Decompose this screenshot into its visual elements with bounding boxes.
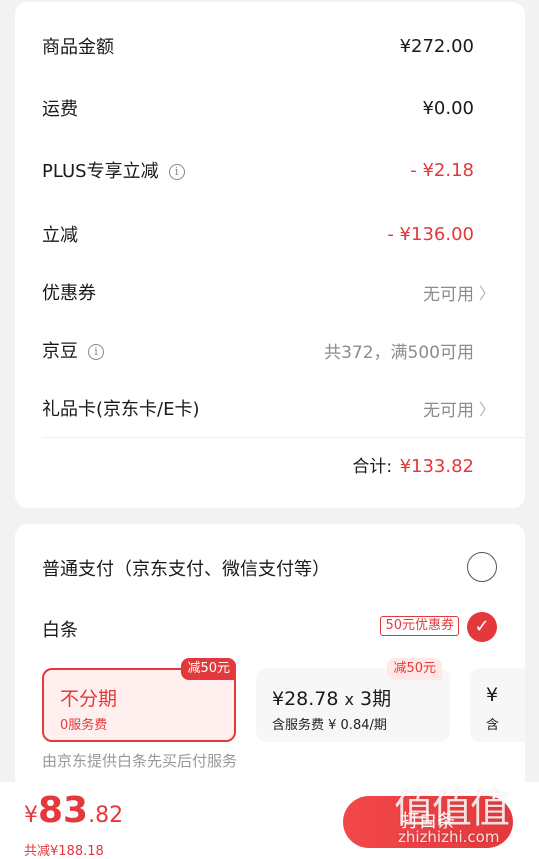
coupon-value: 无可用 xyxy=(423,284,474,305)
baitiao-label: 白条 xyxy=(42,620,78,641)
goods-amount-value: ¥272.00 xyxy=(399,35,474,57)
baitiao-check-icon[interactable]: ✓ xyxy=(467,612,497,642)
gift-card-value: 无可用 xyxy=(423,400,474,421)
baitiao-note: 由京东提供白条先买后付服务 xyxy=(42,752,238,770)
pay-with-baitiao-button[interactable]: 打白条 xyxy=(343,796,513,848)
plan-title-prefix: ¥28.78 xyxy=(272,688,339,710)
jingdou-value: 共372，满500可用 xyxy=(324,342,474,363)
plan-discount-badge: 减50元 xyxy=(181,658,236,680)
jingdou-label: 京豆 xyxy=(42,341,78,362)
plan-sub: 含服务费 ¥ 0.84/期 xyxy=(272,718,387,733)
divider xyxy=(42,437,525,438)
plan-no-installment[interactable]: 减50元 不分期 0服务费 xyxy=(42,658,236,742)
goods-amount-row: 商品金额 ¥272.00 xyxy=(15,26,525,66)
plan-title: 不分期 xyxy=(60,688,118,710)
total-label: 合计: xyxy=(352,457,393,477)
shipping-value: ¥0.00 xyxy=(422,97,474,119)
bottom-bar: ¥83.82 共减¥188.18 打白条 xyxy=(0,782,539,859)
gift-card-row[interactable]: 礼品卡(京东卡/E卡) 无可用 〉 xyxy=(15,388,525,428)
instant-discount-row: 立减 - ¥136.00 xyxy=(15,214,525,254)
price-int: 83 xyxy=(38,790,89,831)
plan-sub: 0服务费 xyxy=(60,718,108,733)
chevron-right-icon: 〉 xyxy=(478,284,495,303)
total-value: ¥133.82 xyxy=(399,456,474,477)
plan-title-x: x xyxy=(344,690,354,709)
instant-discount-value: - ¥136.00 xyxy=(387,223,474,245)
price-dec: .82 xyxy=(88,803,124,828)
jingdou-label-wrap: 京豆 i xyxy=(42,337,104,363)
plan-title: ¥ xyxy=(486,684,499,706)
shipping-label: 运费 xyxy=(42,99,78,120)
final-price: ¥83.82 xyxy=(24,790,123,831)
payment-method-card: 普通支付（京东支付、微信支付等） 白条 50元优惠券 ✓ 减50元 不分期 0服… xyxy=(15,524,525,794)
plus-discount-label: PLUS专享立减 xyxy=(42,161,159,182)
gift-card-label: 礼品卡(京东卡/E卡) xyxy=(42,399,200,420)
shipping-row: 运费 ¥0.00 xyxy=(15,88,525,128)
goods-amount-label: 商品金额 xyxy=(42,37,114,58)
normal-pay-label: 普通支付（京东支付、微信支付等） xyxy=(42,559,330,580)
plus-discount-row: PLUS专享立减 i - ¥2.18 xyxy=(15,150,525,190)
plan-sub: 含 xyxy=(486,718,500,733)
plus-discount-value: - ¥2.18 xyxy=(410,159,474,181)
chevron-right-icon: 〉 xyxy=(478,400,495,419)
coupon-tag: 50元优惠券 xyxy=(380,616,459,636)
plan-title: ¥28.78 x 3期 xyxy=(272,684,391,711)
coupon-row[interactable]: 优惠券 无可用 〉 xyxy=(15,272,525,312)
price-yen: ¥ xyxy=(24,803,38,828)
normal-pay-radio[interactable] xyxy=(467,552,497,582)
plus-discount-label-wrap: PLUS专享立减 i xyxy=(42,157,185,183)
instant-discount-label: 立减 xyxy=(42,225,78,246)
info-icon[interactable]: i xyxy=(168,164,185,180)
plan-discount-badge: 减50元 xyxy=(387,658,442,680)
total-row: 合计: ¥133.82 xyxy=(352,452,474,477)
plan-3-installments[interactable]: 减50元 ¥28.78 x 3期 含服务费 ¥ 0.84/期 xyxy=(256,658,450,742)
plan-title-suffix: 3期 xyxy=(360,688,392,710)
jingdou-row: 京豆 i 共372，满500可用 xyxy=(15,330,525,370)
plan-more-installments[interactable]: ¥ 含 xyxy=(470,668,525,742)
coupon-label: 优惠券 xyxy=(42,283,96,304)
info-icon[interactable]: i xyxy=(88,344,104,360)
order-summary-card: 商品金额 ¥272.00 运费 ¥0.00 PLUS专享立减 i - ¥2.18 … xyxy=(15,2,525,508)
saved-amount: 共减¥188.18 xyxy=(24,844,104,859)
